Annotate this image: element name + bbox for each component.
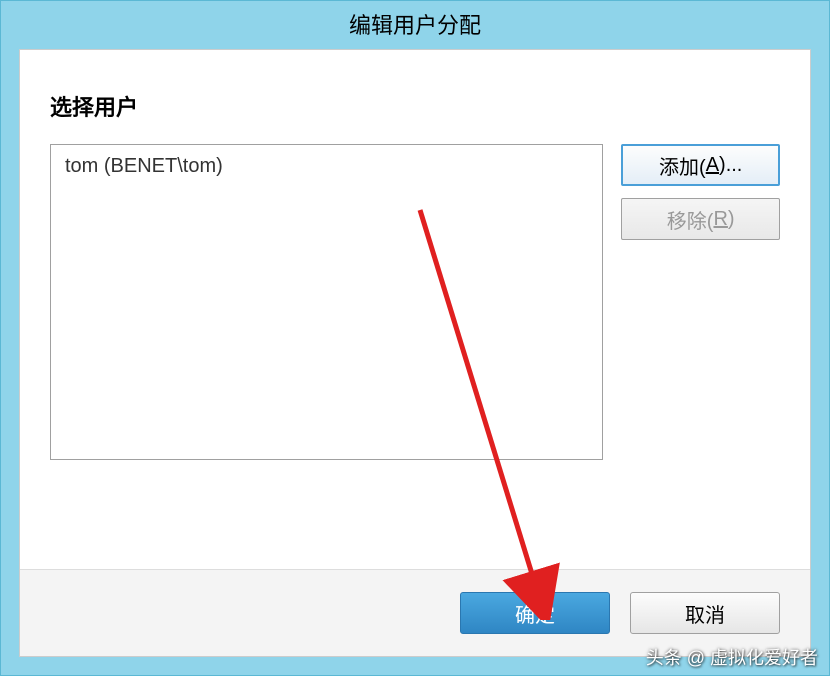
list-item[interactable]: tom (BENET\tom) <box>65 155 588 178</box>
add-button[interactable]: 添加(A)... <box>621 144 780 186</box>
ok-button[interactable]: 确定 <box>460 592 610 634</box>
title-bar: 编辑用户分配 <box>1 1 829 47</box>
main-panel: 选择用户 tom (BENET\tom) 添加(A)... 移除(R) <box>20 50 810 569</box>
remove-button: 移除(R) <box>621 198 780 240</box>
user-row: tom (BENET\tom) 添加(A)... 移除(R) <box>50 144 780 460</box>
content-area: 选择用户 tom (BENET\tom) 添加(A)... 移除(R) <box>19 49 811 657</box>
dialog-footer: 确定 取消 <box>20 569 810 656</box>
side-buttons: 添加(A)... 移除(R) <box>621 144 780 240</box>
user-list[interactable]: tom (BENET\tom) <box>50 144 603 460</box>
window-title: 编辑用户分配 <box>349 8 481 40</box>
section-label: 选择用户 <box>50 90 780 122</box>
cancel-button[interactable]: 取消 <box>630 592 780 634</box>
dialog-window: 编辑用户分配 选择用户 tom (BENET\tom) 添加(A)... 移除(… <box>0 0 830 676</box>
